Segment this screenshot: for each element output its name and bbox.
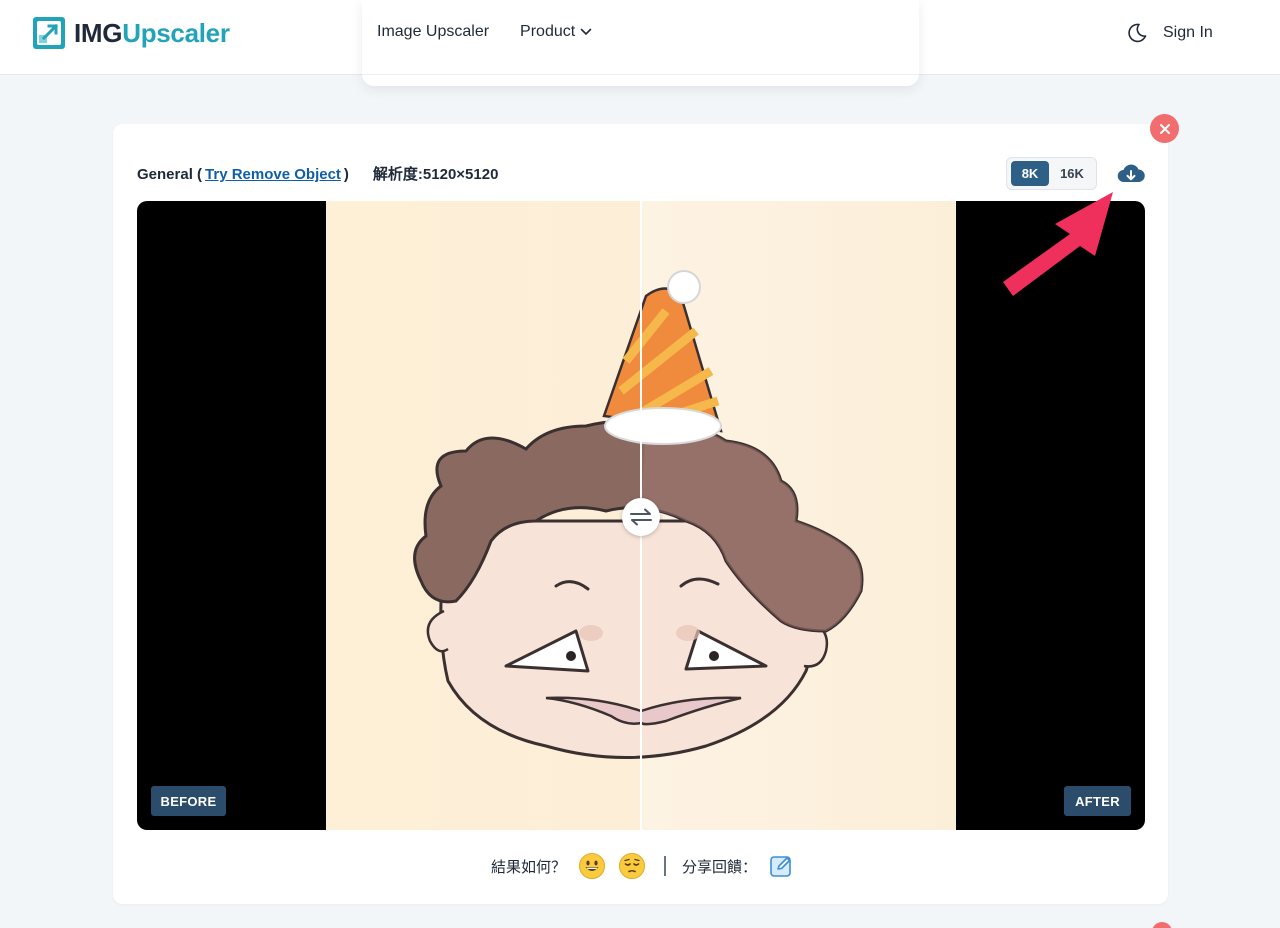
separator (664, 856, 667, 876)
mode-label: General ( (137, 166, 203, 183)
cloud-download-icon[interactable] (1116, 160, 1146, 188)
unhappy-emoji-icon[interactable] (618, 852, 646, 880)
result-title: General ( Try Remove Object ) 解析度:5120×5… (137, 165, 498, 185)
try-remove-object-link[interactable]: Try Remove Object (205, 165, 341, 185)
moon-icon[interactable] (1126, 22, 1148, 44)
nav-product-label: Product (520, 23, 576, 40)
scale-8k-button[interactable]: 8K (1011, 161, 1049, 186)
chevron-down-icon (580, 28, 592, 36)
edit-icon[interactable] (769, 854, 793, 878)
resolution-label: 解析度:5120×5120 (372, 166, 499, 183)
dropdown-panel (362, 0, 919, 86)
before-label: BEFORE (151, 786, 226, 816)
next-card-close-button[interactable] (1152, 922, 1172, 928)
after-label: AFTER (1064, 786, 1131, 816)
logo-text: IMGUpscaler (74, 18, 230, 48)
grinning-emoji-icon[interactable] (578, 852, 606, 880)
nav-product[interactable]: Product (520, 23, 592, 41)
mode-label-close: ) (343, 166, 349, 183)
close-button[interactable] (1150, 114, 1179, 143)
pointer-arrow-icon (1003, 192, 1113, 296)
scale-16k-button[interactable]: 16K (1052, 161, 1092, 186)
feedback-row: 結果如何？ 分享回饋： (491, 852, 793, 880)
feedback-question: 結果如何？ (491, 858, 567, 876)
before-after-viewer[interactable]: BEFORE AFTER (137, 201, 1145, 830)
nav-image-upscaler[interactable]: Image Upscaler (377, 22, 489, 42)
share-feedback-label: 分享回饋： (682, 858, 758, 876)
sign-in-link[interactable]: Sign In (1163, 23, 1213, 43)
main-nav: Image Upscaler Product (377, 22, 592, 42)
brand-logo[interactable]: IMGUpscaler (32, 14, 230, 52)
close-icon (1159, 123, 1170, 134)
compare-handle[interactable] (622, 498, 660, 536)
logo-icon (32, 16, 66, 50)
swap-arrows-icon (630, 508, 652, 526)
